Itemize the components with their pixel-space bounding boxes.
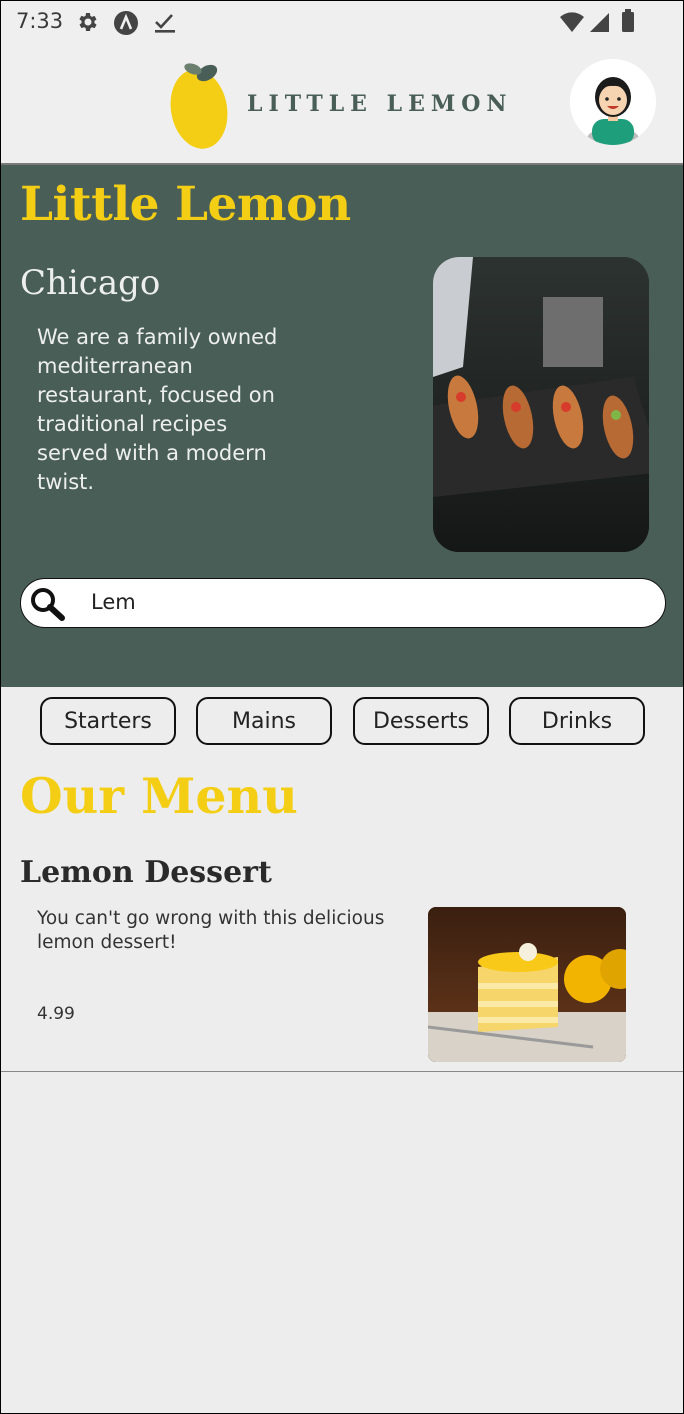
food-platter-photo [433, 257, 649, 552]
category-drinks-button[interactable]: Drinks [509, 697, 645, 745]
download-done-icon [155, 14, 175, 33]
menu-item-description: You can't go wrong with this delicious l… [37, 908, 385, 953]
avatar-illustration [570, 59, 656, 145]
menu-title: Our Menu [20, 767, 298, 825]
menu-item-price: 4.99 [37, 1004, 75, 1024]
profile-avatar[interactable] [570, 59, 656, 145]
search-field[interactable]: Lem [20, 578, 666, 628]
lemon-logo-icon [170, 63, 228, 149]
status-time: 7:33 [16, 9, 64, 33]
cell-signal-icon [590, 13, 609, 32]
category-mains-button[interactable]: Mains [196, 697, 332, 745]
little-lemon-logo: LITTLE LEMON [169, 55, 529, 155]
menu-item-name: Lemon Dessert [20, 855, 272, 890]
menu-item-image [428, 907, 626, 1062]
category-desserts-button[interactable]: Desserts [353, 697, 489, 745]
hero-description: We are a family owned mediterranean rest… [37, 325, 278, 494]
lemon-cake-photo [428, 907, 626, 1062]
hero-section: Little Lemon Chicago We are a family own… [1, 165, 683, 687]
app-a-icon [114, 11, 138, 35]
hero-image [433, 257, 649, 552]
app-screen: 7:33 LITTLE LEMON Little Lemon Chicago W… [0, 0, 684, 1414]
hero-city: Chicago [20, 263, 161, 303]
search-icon [31, 588, 65, 621]
category-starters-button[interactable]: Starters [40, 697, 176, 745]
settings-icon [79, 13, 97, 31]
hero-title: Little Lemon [20, 177, 351, 232]
menu-divider [1, 1071, 683, 1072]
logo-text: LITTLE LEMON [247, 91, 513, 117]
search-input-value[interactable]: Lem [91, 590, 136, 614]
wifi-icon [560, 12, 584, 32]
status-bar: 7:33 [1, 1, 683, 45]
app-header: LITTLE LEMON [1, 45, 683, 165]
battery-icon [622, 9, 634, 32]
